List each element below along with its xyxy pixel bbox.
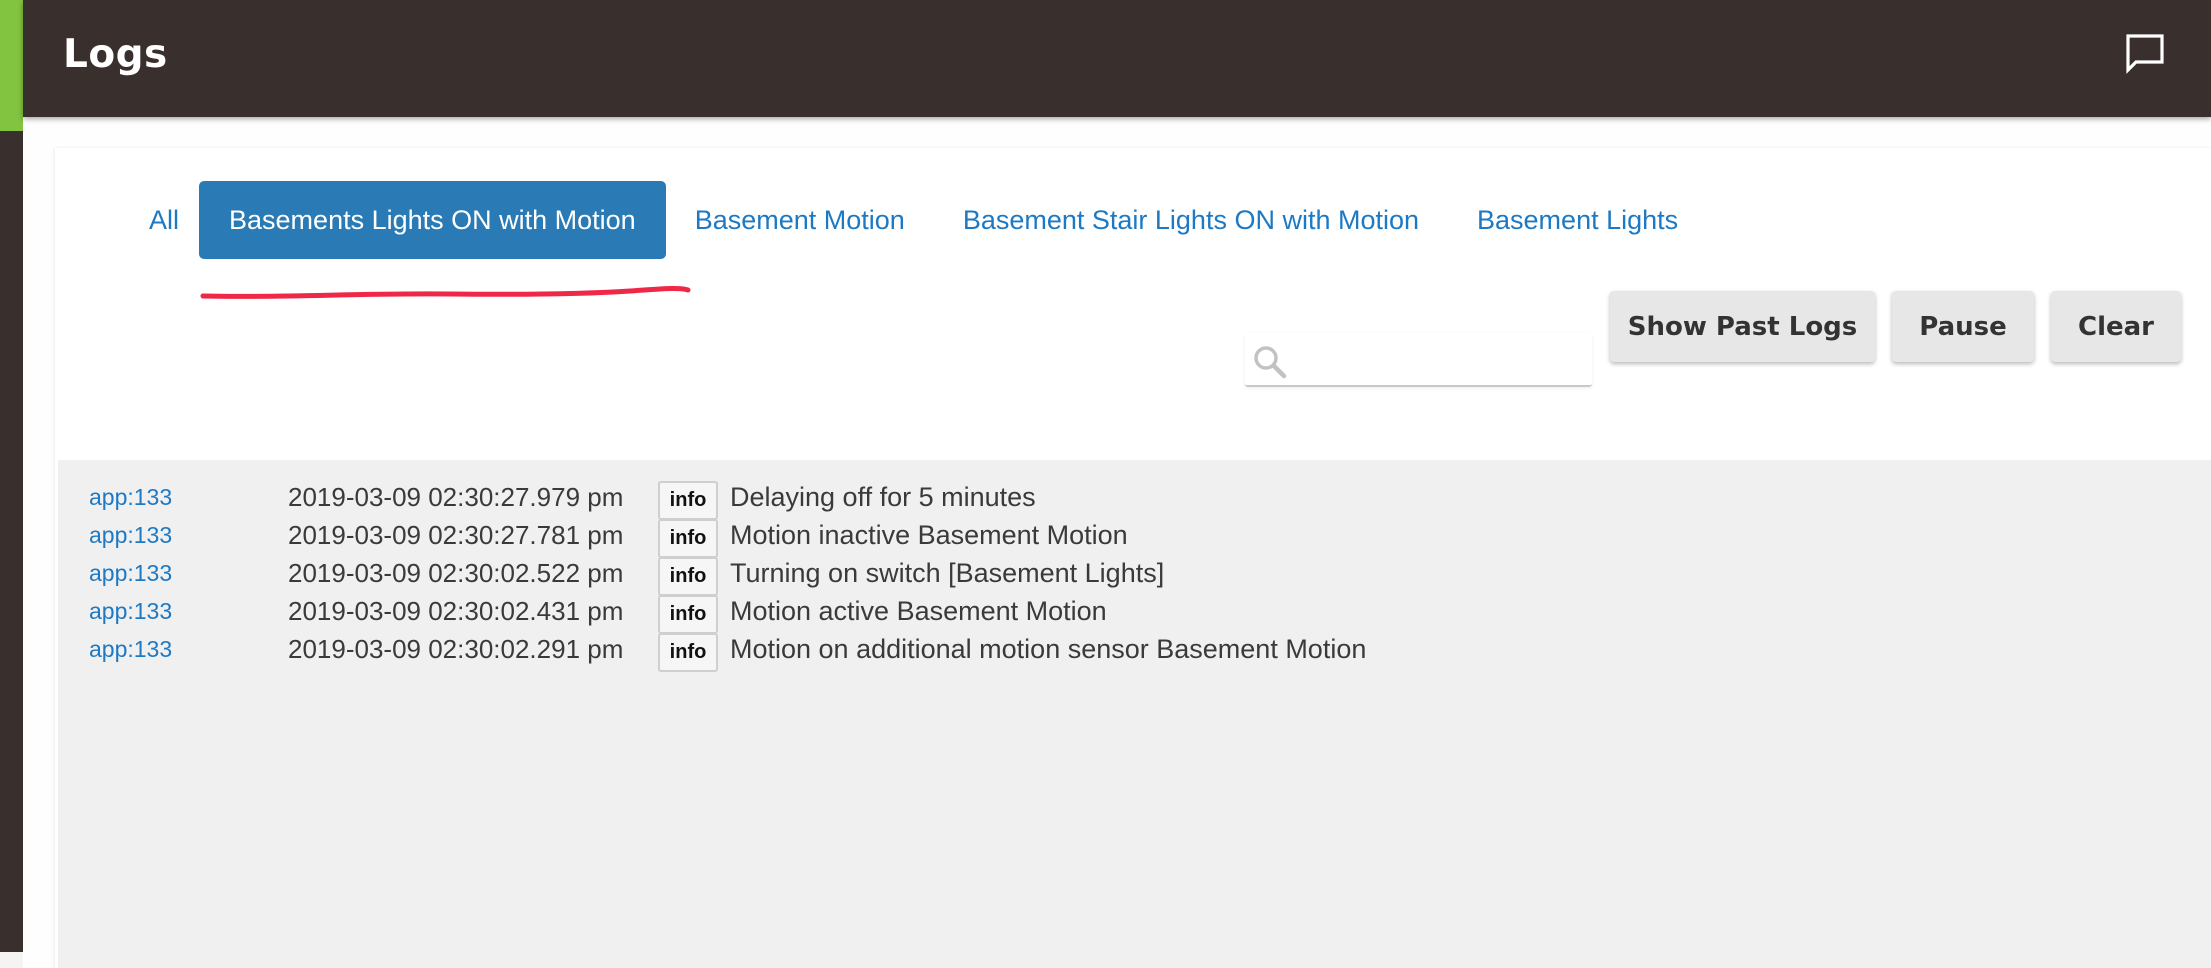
rail-bottom-strip <box>0 952 23 968</box>
log-message: Motion on additional motion sensor Basem… <box>730 634 1367 664</box>
log-timestamp: 2019-03-09 02:30:27.979 pm <box>288 482 624 512</box>
search-icon <box>1254 346 1287 379</box>
log-row: app:133 2019-03-09 02:30:02.522 pm info … <box>58 554 2211 596</box>
show-past-logs-button[interactable]: Show Past Logs <box>1610 291 1875 362</box>
log-timestamp: 2019-03-09 02:30:02.291 pm <box>288 634 624 664</box>
clear-button[interactable]: Clear <box>2051 291 2181 362</box>
log-filter-tabs: All Basements Lights ON with Motion Base… <box>130 181 1707 259</box>
log-source-link[interactable]: app:133 <box>89 516 172 554</box>
log-level-badge: info <box>658 519 718 558</box>
red-underline-annotation <box>200 285 691 299</box>
log-source-link[interactable]: app:133 <box>89 592 172 630</box>
tab-basements-lights-on-with-motion[interactable]: Basements Lights ON with Motion <box>199 181 666 259</box>
left-rail <box>0 0 23 968</box>
log-list: app:133 2019-03-09 02:30:27.979 pm info … <box>58 460 2211 968</box>
tab-basement-motion[interactable]: Basement Motion <box>666 181 934 259</box>
page-title: Logs <box>63 32 168 77</box>
search-box <box>1245 333 1592 387</box>
log-timestamp: 2019-03-09 02:30:02.431 pm <box>288 596 624 626</box>
app-header: Logs <box>23 0 2211 117</box>
log-source-link[interactable]: app:133 <box>89 478 172 516</box>
rail-accent-bar <box>0 0 23 131</box>
log-message: Motion inactive Basement Motion <box>730 520 1128 550</box>
log-row: app:133 2019-03-09 02:30:27.979 pm info … <box>58 478 2211 520</box>
chat-bubble-icon[interactable] <box>2120 28 2170 78</box>
log-row: app:133 2019-03-09 02:30:27.781 pm info … <box>58 516 2211 558</box>
pause-button[interactable]: Pause <box>1892 291 2034 362</box>
tab-basement-stair-lights-on-with-motion[interactable]: Basement Stair Lights ON with Motion <box>934 181 1448 259</box>
log-timestamp: 2019-03-09 02:30:27.781 pm <box>288 520 624 550</box>
tab-basement-lights[interactable]: Basement Lights <box>1448 181 1707 259</box>
log-level-badge: info <box>658 633 718 672</box>
log-timestamp: 2019-03-09 02:30:02.522 pm <box>288 558 624 588</box>
log-source-link[interactable]: app:133 <box>89 554 172 592</box>
log-row: app:133 2019-03-09 02:30:02.431 pm info … <box>58 592 2211 634</box>
log-message: Delaying off for 5 minutes <box>730 482 1036 512</box>
log-message: Turning on switch [Basement Lights] <box>730 558 1165 588</box>
log-level-badge: info <box>658 595 718 634</box>
log-level-badge: info <box>658 481 718 520</box>
search-input[interactable] <box>1297 337 1586 381</box>
log-row: app:133 2019-03-09 02:30:02.291 pm info … <box>58 630 2211 672</box>
log-level-badge: info <box>658 557 718 596</box>
log-source-link[interactable]: app:133 <box>89 630 172 668</box>
log-message: Motion active Basement Motion <box>730 596 1107 626</box>
tab-all[interactable]: All <box>130 181 199 259</box>
